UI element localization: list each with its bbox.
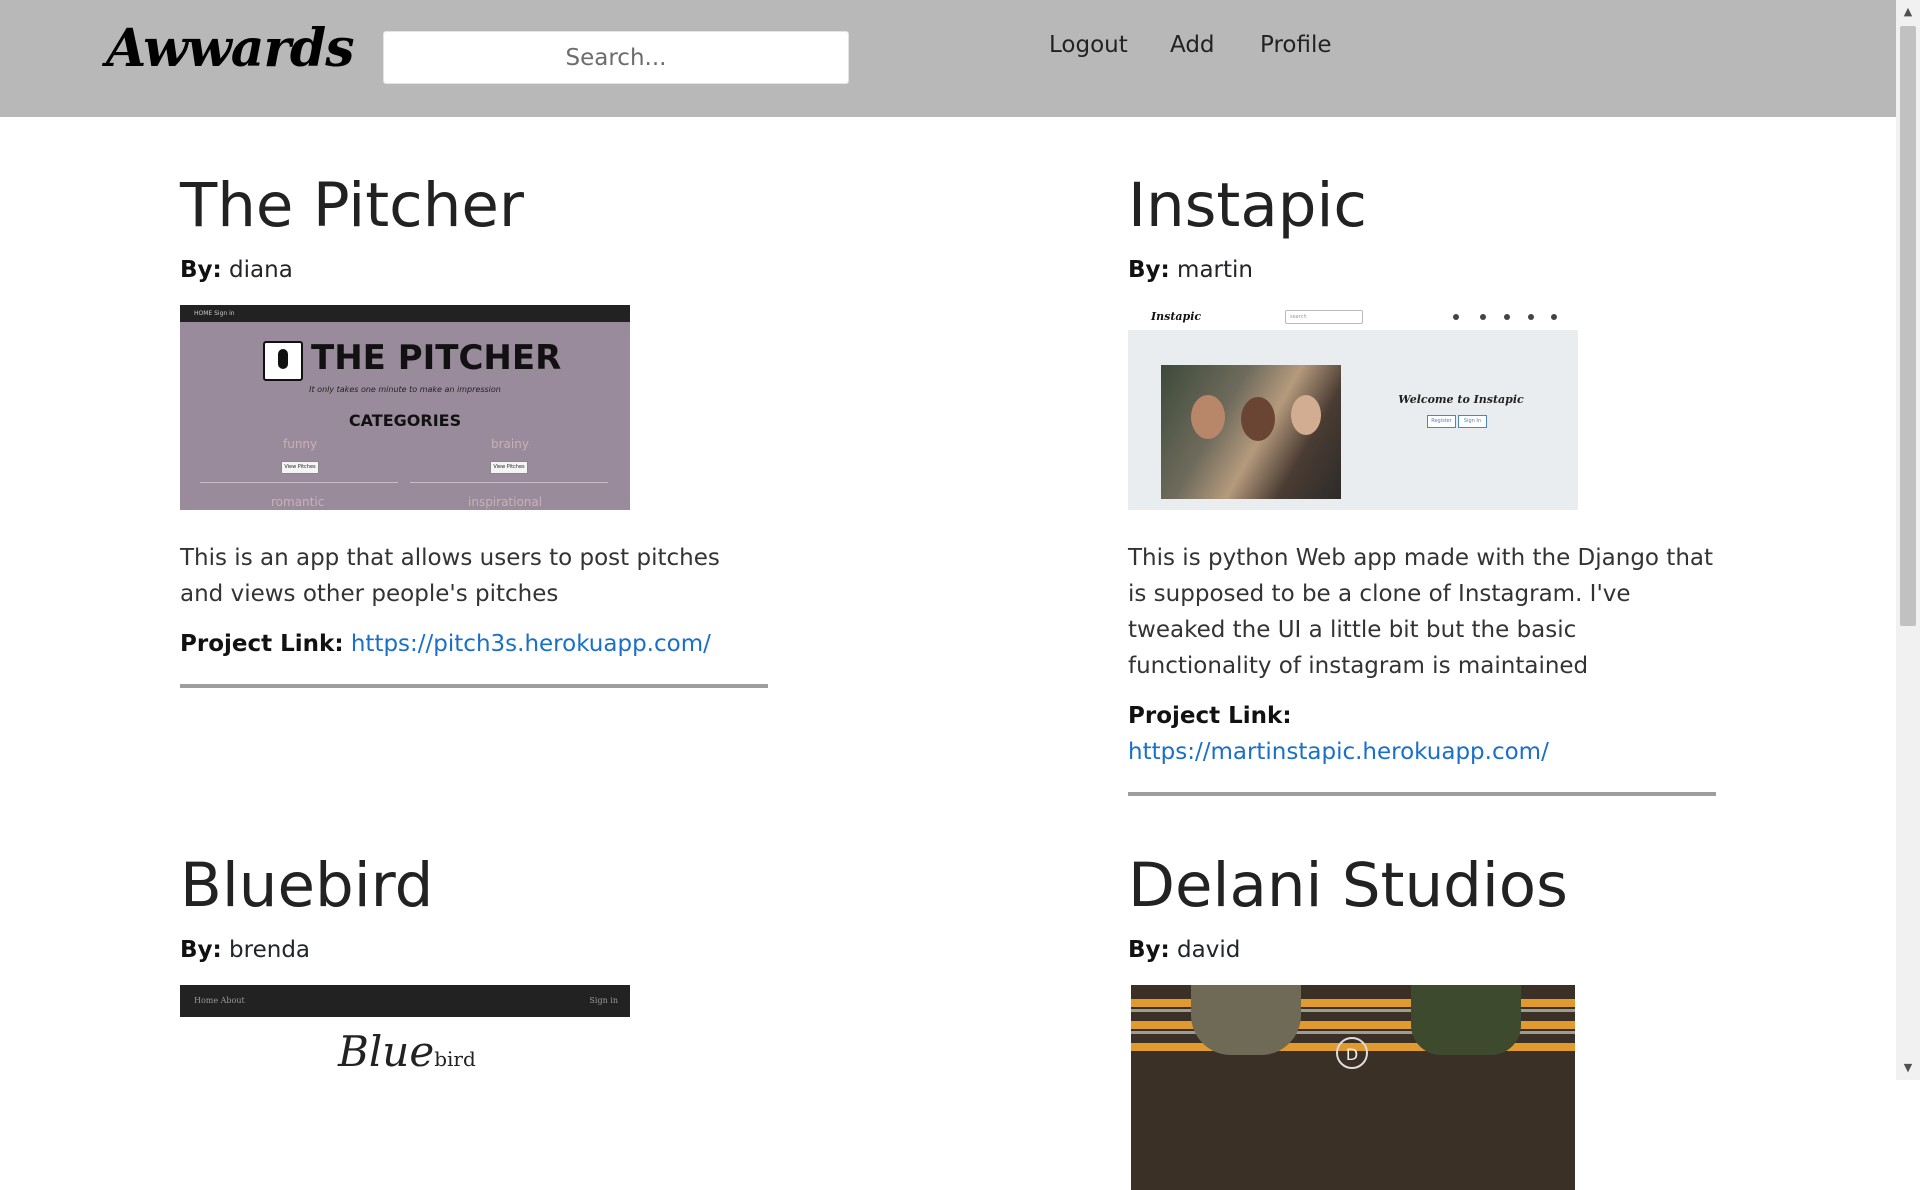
screenshot-logo: THE PITCHER — [311, 338, 562, 378]
shoe-image — [1191, 985, 1301, 1055]
category-label: funny — [283, 437, 318, 451]
project-title: Delani Studios — [1128, 850, 1568, 921]
page-scrollbar[interactable]: ▲ ▼ — [1896, 0, 1920, 1080]
project-screenshot[interactable]: Instapic search Welcome to Instapic Regi… — [1128, 305, 1578, 510]
screenshot-nav: HOME Sign in — [180, 305, 630, 322]
project-screenshot[interactable]: D — [1131, 985, 1575, 1190]
home-icon — [1480, 314, 1486, 320]
screenshot-logo: Bluebird — [338, 1027, 476, 1076]
view-pitches-button: View Pitches — [490, 461, 528, 474]
project-card: Bluebird By: brenda Home About Sign in B… — [180, 849, 770, 1190]
view-pitches-button: View Pitches — [281, 461, 319, 474]
project-author: By: david — [1128, 935, 1718, 965]
screenshot-photo — [1161, 365, 1341, 499]
author-name: david — [1177, 937, 1241, 963]
heart-icon — [1551, 314, 1557, 320]
project-screenshot[interactable]: HOME Sign in THE PITCHER It only takes o… — [180, 305, 630, 510]
category-label: inspirational — [468, 495, 543, 509]
scroll-up-arrow-icon[interactable]: ▲ — [1896, 0, 1920, 24]
delani-logo-icon: D — [1336, 1037, 1368, 1069]
leg-image — [1411, 985, 1521, 1055]
project-author: By: brenda — [180, 935, 770, 965]
divider — [410, 482, 608, 483]
by-label: By: — [1128, 937, 1170, 963]
divider — [200, 482, 398, 483]
by-label: By: — [180, 937, 222, 963]
sign-in-button: Sign In — [1458, 415, 1487, 428]
screenshot-nav-left: Home About — [194, 996, 245, 1005]
screenshot-nav-right: Sign in — [589, 996, 618, 1005]
by-label: By: — [1128, 257, 1170, 283]
project-author: By: martin — [1128, 255, 1718, 285]
project-description: This is an app that allows users to post… — [180, 545, 720, 607]
explore-icon — [1528, 314, 1534, 320]
screenshot-heading: CATEGORIES — [348, 411, 462, 430]
screenshot-logo: Instapic — [1151, 310, 1202, 323]
project-link[interactable]: https://martinstapic.herokuapp.com/ — [1128, 739, 1549, 765]
author-name: martin — [1177, 257, 1253, 283]
send-icon — [1504, 314, 1510, 320]
screenshot-search: search — [1285, 310, 1363, 324]
by-label: By: — [180, 257, 222, 283]
project-description: This is python Web app made with the Dja… — [1128, 545, 1714, 679]
project-link-label: Project Link: — [180, 631, 344, 657]
screenshot-welcome: Welcome to Instapic — [1398, 393, 1524, 406]
category-label: romantic — [271, 495, 325, 509]
project-link-label: Project Link: — [1128, 703, 1292, 729]
author-name: brenda — [229, 937, 311, 963]
project-author: By: diana — [180, 255, 770, 285]
project-title: Bluebird — [180, 850, 434, 921]
project-screenshot[interactable]: Home About Sign in Bluebird — [180, 985, 630, 1190]
screenshot-tagline: It only takes one minute to make an impr… — [309, 385, 501, 394]
project-title: The Pitcher — [180, 170, 524, 241]
user-icon — [1453, 314, 1459, 320]
project-link[interactable]: https://pitch3s.herokuapp.com/ — [351, 631, 711, 657]
project-link-row: Project Link: https://pitch3s.herokuapp.… — [180, 626, 770, 662]
microphone-icon — [263, 341, 303, 381]
category-label: brainy — [491, 437, 529, 451]
scroll-down-arrow-icon[interactable]: ▼ — [1896, 1056, 1920, 1080]
project-card: Instapic By: martin Instapic search Welc… — [1128, 169, 1718, 796]
screenshot-nav: Home About Sign in — [180, 985, 630, 1017]
brand-logo[interactable]: Awwards — [106, 18, 354, 79]
author-name: diana — [229, 257, 293, 283]
scroll-thumb[interactable] — [1900, 26, 1916, 626]
card-divider — [180, 684, 768, 688]
project-title: Instapic — [1128, 170, 1367, 241]
person-image — [1241, 397, 1275, 441]
top-navbar: Awwards Logout Add Profile — [0, 0, 1896, 117]
register-button: Register — [1427, 415, 1456, 428]
add-link[interactable]: Add — [1170, 32, 1215, 58]
person-image — [1291, 395, 1321, 435]
search-input[interactable] — [383, 31, 849, 84]
project-card: The Pitcher By: diana HOME Sign in THE P… — [180, 169, 770, 688]
logout-link[interactable]: Logout — [1049, 32, 1128, 58]
profile-link[interactable]: Profile — [1260, 32, 1332, 58]
project-link-row: Project Link: https://martinstapic.herok… — [1128, 698, 1718, 770]
person-image — [1191, 395, 1225, 439]
card-divider — [1128, 792, 1716, 796]
project-card: Delani Studios By: david D — [1128, 849, 1718, 1190]
